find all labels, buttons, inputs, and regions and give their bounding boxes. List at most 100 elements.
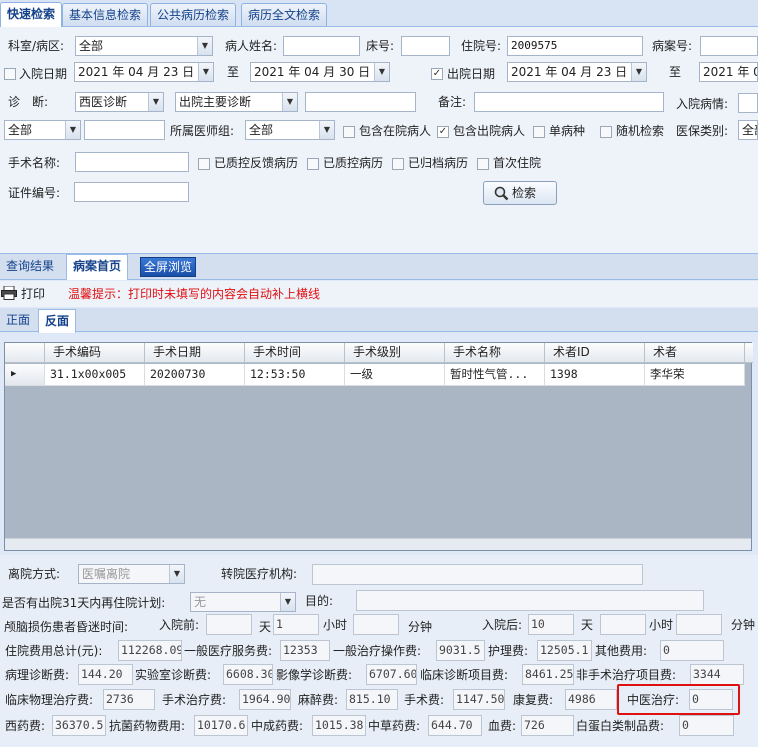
general-treatment-input[interactable]: 9031.5 bbox=[436, 640, 485, 661]
tab-case-front[interactable]: 病案首页 bbox=[66, 254, 129, 280]
non-surgical-input[interactable]: 3344 bbox=[690, 664, 744, 685]
discharge-to-select[interactable]: 2021 年 0 bbox=[699, 62, 758, 82]
lab-label: 实验室诊断费: bbox=[135, 668, 212, 682]
include-discharged-checkbox[interactable]: ✓ bbox=[437, 126, 449, 138]
column-header[interactable]: 手术日期 bbox=[145, 343, 245, 363]
transfer-input[interactable] bbox=[312, 564, 643, 585]
tab-query-result[interactable]: 查询结果 bbox=[0, 255, 60, 279]
table-cell[interactable]: 12:53:50 bbox=[245, 364, 345, 386]
general-service-input[interactable]: 12353 bbox=[280, 640, 330, 661]
column-header[interactable]: 手术级别 bbox=[345, 343, 445, 363]
physio-input[interactable]: 2736 bbox=[103, 689, 155, 710]
before-hour-input[interactable]: 1 bbox=[273, 614, 319, 635]
total-fee-label: 住院费用总计(元): bbox=[5, 644, 103, 658]
blood-input[interactable]: 726 bbox=[521, 715, 574, 736]
patient-name-input[interactable] bbox=[283, 36, 360, 56]
table-cell[interactable]: 一级 bbox=[345, 364, 445, 386]
rehab-input[interactable]: 4986 bbox=[565, 689, 617, 710]
discharge-date-checkbox[interactable]: ✓ bbox=[431, 68, 443, 80]
other-fee-input[interactable]: 0 bbox=[660, 640, 724, 661]
chinese-patent-input[interactable]: 1015.38 bbox=[312, 715, 366, 736]
fullscreen-button[interactable]: 全屏浏览 bbox=[140, 257, 197, 277]
column-header[interactable]: 手术名称 bbox=[445, 343, 545, 363]
after-day-input[interactable]: 10 bbox=[528, 614, 574, 635]
discharge-mode-select[interactable]: 医嘱离院 ▼ bbox=[78, 564, 185, 584]
qc-feedback-checkbox[interactable] bbox=[198, 158, 210, 170]
surgery-fee-label: 手术费: bbox=[404, 693, 445, 707]
total-fee-input[interactable]: 112268.09 bbox=[118, 640, 182, 661]
dept-select[interactable]: 全部 ▼ bbox=[75, 36, 213, 56]
scope-select[interactable]: 全部 ▼ bbox=[4, 120, 81, 140]
table-cell[interactable]: 31.1x00x005 bbox=[45, 364, 145, 386]
western-input[interactable]: 36370.5 bbox=[52, 715, 106, 736]
cert-input[interactable] bbox=[74, 182, 189, 202]
diag-type-select[interactable]: 西医诊断 ▼ bbox=[75, 92, 164, 112]
lab-input[interactable]: 6608.30 bbox=[223, 664, 273, 685]
antibiotic-input[interactable]: 10170.6 bbox=[194, 715, 248, 736]
albumin-input[interactable]: 0 bbox=[679, 715, 734, 736]
tab-front-page[interactable]: 正面 bbox=[0, 309, 36, 333]
imaging-input[interactable]: 6707.60 bbox=[366, 664, 417, 685]
diag-kind-select[interactable]: 出院主要诊断 ▼ bbox=[175, 92, 298, 112]
tab-fulltext-search[interactable]: 病历全文检索 bbox=[241, 3, 328, 26]
before-day-input[interactable] bbox=[206, 614, 252, 635]
search-button[interactable]: 检索 bbox=[483, 181, 557, 205]
pathology-input[interactable]: 144.20 bbox=[78, 664, 133, 685]
purpose-input[interactable] bbox=[356, 590, 704, 611]
herbal-input[interactable]: 644.70 bbox=[428, 715, 482, 736]
anesthesia-input[interactable]: 815.10 bbox=[346, 689, 398, 710]
insurance-select[interactable]: 全部 bbox=[738, 120, 758, 140]
case-no-input[interactable] bbox=[700, 36, 758, 56]
before-day-unit: 天 bbox=[259, 620, 272, 634]
chevron-down-icon: ▼ bbox=[319, 121, 334, 139]
surgical-treat-input[interactable]: 1964.90 bbox=[239, 689, 291, 710]
scope-input[interactable] bbox=[84, 120, 165, 140]
tab-back-page[interactable]: 反面 bbox=[38, 309, 77, 333]
qc-checkbox[interactable] bbox=[307, 158, 319, 170]
before-min-unit: 分钟 bbox=[408, 620, 433, 634]
include-inpatient-checkbox[interactable] bbox=[343, 126, 355, 138]
admit-condition-input[interactable] bbox=[738, 93, 758, 113]
table-cell[interactable]: 1398 bbox=[545, 364, 645, 386]
physio-label: 临床物理治疗费: bbox=[5, 693, 94, 707]
surgery-input[interactable] bbox=[75, 152, 189, 172]
tab-public-search[interactable]: 公共病历检索 bbox=[150, 3, 237, 26]
admit-from-select[interactable]: 2021 年 04 月 23 日 ▼ bbox=[74, 62, 214, 82]
doctor-group-select[interactable]: 全部 ▼ bbox=[245, 120, 335, 140]
diag-input[interactable] bbox=[305, 92, 416, 112]
column-header[interactable]: 术者 bbox=[645, 343, 745, 363]
tab-quick-search[interactable]: 快速检索 bbox=[0, 2, 63, 27]
table-cell[interactable]: 20200730 bbox=[145, 364, 245, 386]
table-cell[interactable]: 暂时性气管... bbox=[445, 364, 545, 386]
before-label: 入院前: bbox=[159, 618, 200, 632]
nursing-input[interactable]: 12505.1 bbox=[537, 640, 592, 661]
tcm-input[interactable]: 0 bbox=[689, 689, 733, 710]
bed-input[interactable] bbox=[401, 36, 450, 56]
remark-input[interactable] bbox=[474, 92, 664, 112]
chinese-patent-label: 中成药费: bbox=[251, 719, 304, 733]
first-admission-checkbox[interactable] bbox=[477, 158, 489, 170]
clinical-diag-input[interactable]: 8461.25 bbox=[522, 664, 574, 685]
column-header[interactable]: 术者ID bbox=[545, 343, 645, 363]
before-min-input[interactable] bbox=[353, 614, 399, 635]
single-disease-label: 单病种 bbox=[549, 124, 586, 138]
discharge-from-value: 2021 年 04 月 23 日 bbox=[511, 65, 628, 79]
print-button[interactable]: 打印 bbox=[21, 284, 45, 304]
single-disease-checkbox[interactable] bbox=[533, 126, 545, 138]
archived-checkbox[interactable] bbox=[392, 158, 404, 170]
random-search-checkbox[interactable] bbox=[600, 126, 612, 138]
column-header[interactable]: 手术时间 bbox=[245, 343, 345, 363]
doctor-group-label: 所属医师组: bbox=[170, 124, 235, 138]
admit-to-select[interactable]: 2021 年 04 月 30 日 ▼ bbox=[250, 62, 390, 82]
after-hour-input[interactable] bbox=[600, 614, 646, 635]
admit-date-checkbox[interactable] bbox=[4, 68, 16, 80]
column-header[interactable]: 手术编码 bbox=[45, 343, 145, 363]
tab-basic-search[interactable]: 基本信息检索 bbox=[62, 3, 149, 26]
discharge-from-select[interactable]: 2021 年 04 月 23 日 ▼ bbox=[507, 62, 647, 82]
table-cell[interactable]: 李华荣 bbox=[645, 364, 745, 386]
horizontal-scrollbar[interactable] bbox=[5, 538, 751, 550]
readmit-select[interactable]: 无 ▼ bbox=[190, 592, 296, 612]
inpatient-no-input[interactable]: 2009575 bbox=[507, 36, 643, 56]
surgery-fee-input[interactable]: 1147.50 bbox=[453, 689, 505, 710]
after-min-input[interactable] bbox=[676, 614, 722, 635]
